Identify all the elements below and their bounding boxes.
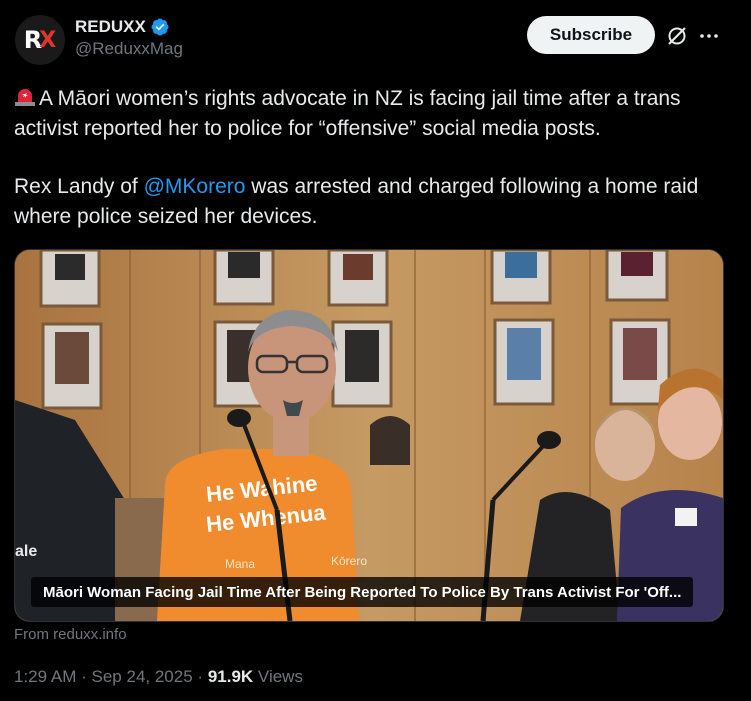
tweet-line-2-before: Rex Landy of [14, 175, 144, 198]
tweet-date[interactable]: Sep 24, 2025 [92, 667, 193, 686]
tweet-paragraph-2: Rex Landy of @MKorero was arrested and c… [14, 172, 734, 231]
meta-separator-2: · [197, 667, 204, 686]
subscribe-button[interactable]: Subscribe [527, 16, 655, 54]
views-label: Views [257, 667, 303, 686]
avatar-logo-r: R [23, 26, 43, 54]
author-name-block: REDUXX @ReduxxMag [75, 17, 183, 59]
more-options-icon[interactable] [697, 24, 721, 48]
grok-icon[interactable] [665, 24, 689, 48]
author-display-name[interactable]: REDUXX [75, 17, 146, 37]
mention-link[interactable]: @MKorero [144, 175, 246, 198]
rotating-light-emoji-icon [15, 89, 35, 106]
video-media[interactable]: ale He Wahine He Whenua Mana Kōrero Māor… [14, 249, 724, 622]
avatar-logo-x: X [39, 27, 57, 53]
shirt-text-line-3: Mana [225, 557, 255, 571]
verified-badge-icon [151, 18, 169, 36]
tweet-paragraph-1: A Māori women’s rights advocate in NZ is… [14, 84, 734, 143]
tweet-time[interactable]: 1:29 AM [14, 667, 76, 686]
author-display-name-row[interactable]: REDUXX [75, 17, 183, 37]
author-avatar[interactable]: RX [15, 15, 65, 65]
video-frame: ale He Wahine He Whenua Mana Kōrero [15, 250, 723, 621]
video-caption: Māori Woman Facing Jail Time After Being… [31, 577, 694, 607]
views-count: 91.9K [207, 667, 254, 686]
left-person-shirt-text: ale [15, 543, 37, 560]
tweet-meta: 1:29 AM · Sep 24, 2025 · 91.9K Views [14, 667, 303, 687]
tweet-text: A Māori women’s rights advocate in NZ is… [14, 84, 734, 231]
background-person [370, 416, 410, 465]
author-handle[interactable]: @ReduxxMag [75, 39, 183, 59]
tweet-header: RX REDUXX @ReduxxMag Subscribe [0, 0, 751, 80]
meta-separator-1: · [81, 667, 87, 686]
link-source[interactable]: From reduxx.info [14, 626, 127, 643]
tweet-line-1: A Māori women’s rights advocate in NZ is… [14, 87, 681, 140]
shirt-text-line-4: Kōrero [331, 554, 367, 568]
